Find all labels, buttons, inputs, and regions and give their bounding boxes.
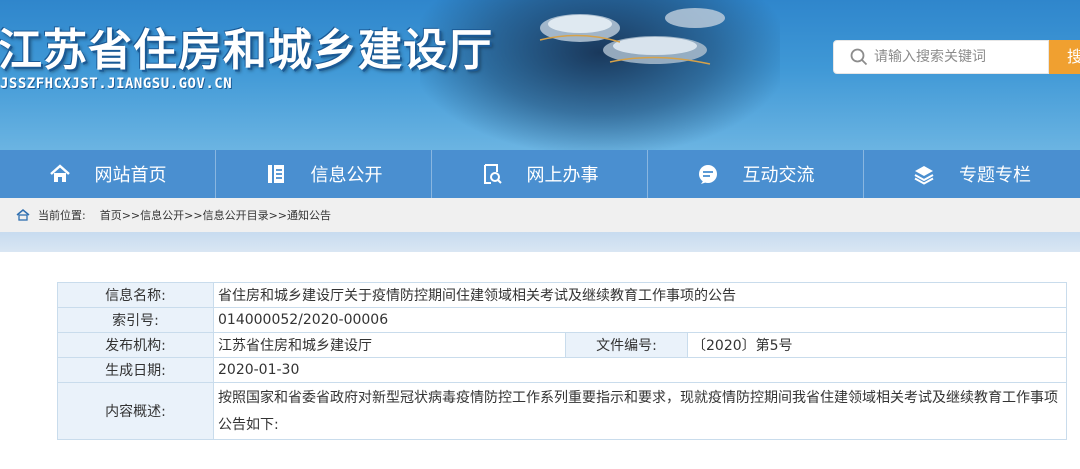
stadium-illustration [539, 8, 725, 65]
info-summary-value: 按照国家和省委省政府对新型冠状病毒疫情防控工作系列重要指示和要求，现就疫情防控期… [213, 382, 1067, 440]
breadcrumb-separator: >> [121, 208, 141, 222]
info-name-value: 省住房和城乡建设厅关于疫情防控期间住建领域相关考试及继续教育工作事项的公告 [213, 282, 1067, 308]
nav-item-info-public[interactable]: 信息公开 [216, 150, 433, 198]
table-row: 索引号: 014000052/2020-00006 [57, 307, 1067, 333]
table-row: 生成日期: 2020-01-30 [57, 357, 1067, 383]
chat-icon [698, 165, 717, 184]
search-box [833, 40, 1049, 74]
site-header: 江苏省住房和城乡建设厅 JSSZFHCXJST.JIANGSU.GOV.CN 搜… [0, 0, 1080, 150]
search-document-icon [483, 164, 502, 184]
info-docno-key: 文件编号: [565, 332, 688, 358]
breadcrumb-home[interactable]: 首页 [100, 207, 122, 223]
info-date-key: 生成日期: [57, 357, 214, 383]
nav-label: 信息公开 [310, 165, 383, 186]
info-org-value: 江苏省住房和城乡建设厅 [213, 332, 566, 358]
info-date-value: 2020-01-30 [213, 357, 1067, 383]
search-input[interactable] [874, 49, 1034, 65]
table-row: 内容概述: 按照国家和省委省政府对新型冠状病毒疫情防控工作系列重要指示和要求，现… [57, 382, 1067, 440]
search-button[interactable]: 搜索 [1049, 40, 1080, 74]
nav-item-interaction[interactable]: 互动交流 [648, 150, 865, 198]
nav-item-online-services[interactable]: 网上办事 [432, 150, 649, 198]
breadcrumb-label: 当前位置: [38, 209, 86, 222]
location-home-icon [16, 209, 30, 221]
table-row: 信息名称: 省住房和城乡建设厅关于疫情防控期间住建领域相关考试及继续教育工作事项… [57, 282, 1067, 308]
layers-icon [914, 166, 934, 185]
nav-item-home[interactable]: 网站首页 [0, 150, 217, 198]
info-docno-value: 〔2020〕第5号 [687, 332, 1067, 358]
site-domain: JSSZFHCXJST.JIANGSU.GOV.CN [0, 76, 233, 92]
breadcrumb-separator: >> [268, 208, 288, 222]
main-nav: 网站首页 信息公开 网上办事 互动交流 专题专栏 [0, 150, 1080, 198]
nav-label: 网上办事 [526, 165, 599, 186]
info-org-key: 发布机构: [57, 332, 214, 358]
info-index-key: 索引号: [57, 307, 214, 333]
breadcrumb-info-public[interactable]: 信息公开 [140, 207, 184, 223]
search-icon [850, 48, 868, 66]
home-icon [49, 164, 70, 182]
nav-item-special-topics[interactable]: 专题专栏 [864, 150, 1080, 198]
nav-label: 互动交流 [742, 165, 815, 186]
info-index-value: 014000052/2020-00006 [213, 307, 1067, 333]
info-name-key: 信息名称: [57, 282, 214, 308]
breadcrumb-separator: >> [184, 208, 203, 222]
breadcrumb: 当前位置: 首页 >> 信息公开 >> 信息公开目录 >> 通知公告 [0, 198, 1080, 232]
info-summary-key: 内容概述: [57, 382, 214, 440]
breadcrumb-info-catalog[interactable]: 信息公开目录 [203, 207, 269, 223]
document-icon [267, 165, 284, 183]
info-metadata-table: 信息名称: 省住房和城乡建设厅关于疫情防控期间住建领域相关考试及继续教育工作事项… [57, 282, 1067, 440]
nav-label: 专题专栏 [959, 165, 1032, 186]
breadcrumb-notices[interactable]: 通知公告 [287, 207, 331, 223]
site-title[interactable]: 江苏省住房和城乡建设厅 [0, 14, 493, 78]
section-divider-bar [0, 232, 1080, 252]
table-row: 发布机构: 江苏省住房和城乡建设厅 文件编号: 〔2020〕第5号 [57, 332, 1067, 358]
nav-label: 网站首页 [94, 165, 167, 186]
